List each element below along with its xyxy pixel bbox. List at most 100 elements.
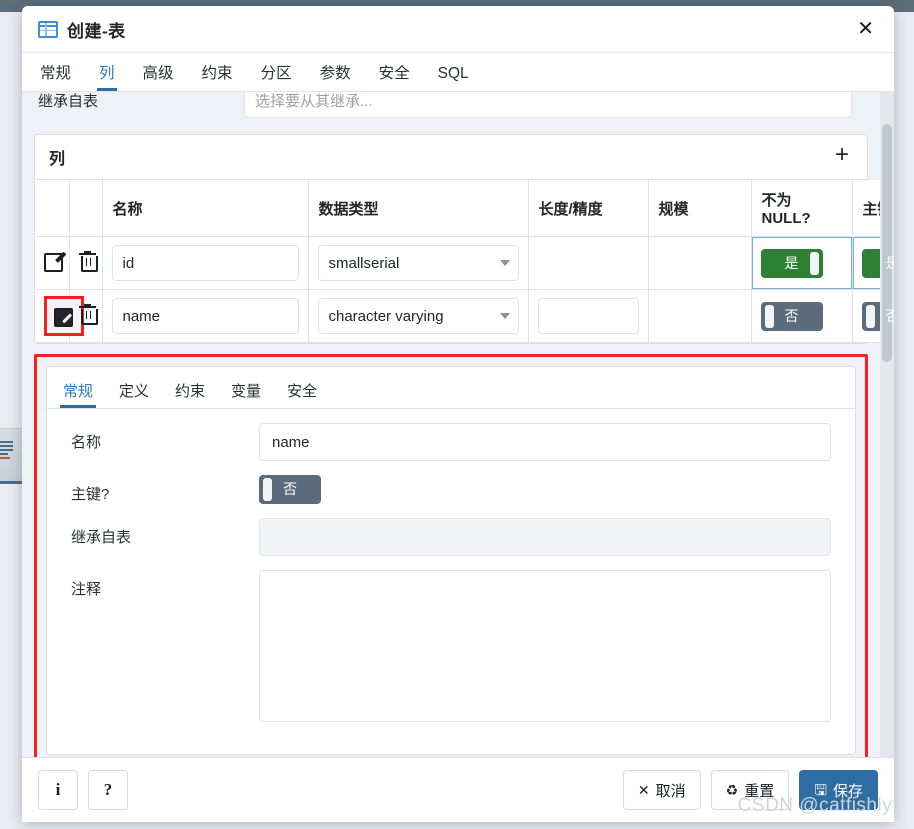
document-icon bbox=[0, 441, 15, 459]
inherit-from-table-label: 继承自表 bbox=[38, 92, 99, 110]
toggle-knob bbox=[263, 478, 272, 501]
tab-constraints[interactable]: 约束 bbox=[202, 61, 233, 91]
column-name-input[interactable]: id bbox=[111, 245, 299, 281]
inherit-from-table-input[interactable]: 选择要从其继承... bbox=[244, 92, 852, 118]
tab-advanced[interactable]: 高级 bbox=[143, 61, 174, 91]
columns-panel-title: 列 bbox=[49, 151, 66, 168]
columns-table-header-row: 名称 数据类型 长度/精度 规模 不为 NULL? 主键? bbox=[35, 180, 894, 237]
info-button[interactable]: i bbox=[38, 770, 78, 810]
column-detail-form: 名称 name 主键? 否 继承自表 注释 bbox=[47, 409, 855, 754]
vertical-scrollbar[interactable] bbox=[880, 92, 894, 757]
column-length-input[interactable] bbox=[537, 298, 639, 334]
reset-button[interactable]: ♻ 重置 bbox=[710, 770, 790, 810]
th-scale: 规模 bbox=[648, 180, 752, 237]
row-length-cell[interactable] bbox=[528, 289, 649, 343]
help-button[interactable]: ? bbox=[88, 770, 128, 810]
tab-security[interactable]: 安全 bbox=[379, 61, 410, 91]
toggle-knob bbox=[764, 304, 774, 328]
row-edit-cell-highlighted[interactable] bbox=[35, 289, 84, 343]
tab-parameters[interactable]: 参数 bbox=[320, 61, 351, 91]
table-row: id smallserial 是 是 bbox=[35, 236, 895, 290]
subtab-constraints[interactable]: 约束 bbox=[175, 380, 205, 408]
field-primary-key-label: 主键? bbox=[71, 486, 110, 503]
chevron-down-icon bbox=[499, 313, 510, 319]
row-datatype-cell[interactable]: character varying bbox=[308, 289, 529, 343]
tab-general[interactable]: 常规 bbox=[40, 61, 71, 91]
not-null-toggle-label: 否 bbox=[784, 307, 799, 324]
close-icon[interactable]: ✕ bbox=[851, 17, 880, 41]
field-name-label: 名称 bbox=[71, 434, 102, 451]
row-scale-cell bbox=[648, 236, 752, 290]
screen: 创建-表 ✕ 常规 列 高级 约束 分区 参数 安全 SQL 继承自表 选择要从… bbox=[0, 0, 914, 829]
field-name-row: 名称 name bbox=[71, 423, 831, 461]
field-primary-key-row: 主键? 否 bbox=[71, 475, 831, 504]
row-not-null-cell[interactable]: 是 bbox=[751, 236, 853, 290]
not-null-toggle-label: 是 bbox=[784, 254, 799, 271]
subtab-definition[interactable]: 定义 bbox=[119, 380, 149, 408]
reset-button-label: 重置 bbox=[744, 782, 775, 800]
field-inherit-label: 继承自表 bbox=[71, 529, 132, 546]
primary-key-toggle-label: 是 bbox=[885, 254, 895, 271]
primary-key-toggle[interactable]: 是 bbox=[861, 248, 895, 278]
subtab-security[interactable]: 安全 bbox=[287, 380, 317, 408]
primary-key-toggle[interactable]: 否 bbox=[861, 301, 895, 331]
th-edit bbox=[35, 180, 70, 237]
edit-icon[interactable] bbox=[44, 251, 67, 272]
trash-icon[interactable] bbox=[78, 303, 98, 325]
plus-icon[interactable]: + bbox=[831, 143, 853, 171]
tab-partitions[interactable]: 分区 bbox=[261, 61, 292, 91]
table-icon bbox=[38, 20, 58, 38]
table-row: name character varying 否 否 bbox=[35, 289, 895, 343]
subtab-variables[interactable]: 变量 bbox=[231, 380, 261, 408]
primary-key-toggle-label: 否 bbox=[885, 307, 895, 324]
dialog-body: 继承自表 选择要从其继承... 列 + 名称 数据类型 长度/精度 规模 不为 … bbox=[22, 92, 894, 757]
column-datatype-select[interactable]: character varying bbox=[317, 298, 519, 334]
row-scale-cell bbox=[648, 289, 752, 343]
trash-icon[interactable] bbox=[78, 250, 98, 272]
not-null-toggle[interactable]: 否 bbox=[760, 301, 823, 331]
th-not-null: 不为 NULL? bbox=[751, 180, 853, 237]
tab-columns[interactable]: 列 bbox=[97, 61, 117, 91]
field-name-input[interactable]: name bbox=[259, 423, 831, 461]
dialog-header: 创建-表 ✕ bbox=[22, 6, 894, 53]
field-comment-textarea[interactable] bbox=[259, 570, 831, 722]
th-length: 长度/精度 bbox=[528, 180, 649, 237]
field-comment-label: 注释 bbox=[71, 581, 102, 598]
toggle-knob bbox=[809, 251, 819, 275]
column-name-input[interactable]: name bbox=[111, 298, 299, 334]
save-button[interactable]: 🖫 保存 bbox=[799, 770, 878, 810]
row-name-cell[interactable]: name bbox=[102, 289, 309, 343]
column-detail-tabs: 常规 定义 约束 变量 安全 bbox=[47, 367, 855, 409]
not-null-toggle[interactable]: 是 bbox=[760, 248, 823, 278]
row-length-cell bbox=[528, 236, 649, 290]
toggle-knob bbox=[865, 304, 875, 328]
columns-panel-header: 列 + bbox=[35, 135, 867, 180]
th-name: 名称 bbox=[102, 180, 309, 237]
subtab-general[interactable]: 常规 bbox=[59, 380, 97, 408]
cancel-button[interactable]: ✕ 取消 bbox=[622, 770, 701, 810]
chevron-down-icon bbox=[499, 260, 510, 266]
background-side-tab[interactable] bbox=[0, 428, 22, 484]
field-primary-key-toggle[interactable]: 否 bbox=[259, 475, 321, 504]
dialog-title: 创建-表 bbox=[67, 21, 126, 41]
save-button-label: 保存 bbox=[832, 782, 863, 800]
th-delete bbox=[69, 180, 103, 237]
column-detail-highlight: 常规 定义 约束 变量 安全 名称 name 主键? 否 继承自表 注释 bbox=[34, 354, 868, 757]
column-datatype-select[interactable]: smallserial bbox=[317, 245, 519, 281]
field-inherit-row: 继承自表 bbox=[71, 518, 831, 556]
edit-icon[interactable] bbox=[54, 306, 74, 327]
dialog-tabs: 常规 列 高级 约束 分区 参数 安全 SQL bbox=[22, 53, 894, 92]
row-edit-cell[interactable] bbox=[35, 236, 70, 290]
row-datatype-cell[interactable]: smallserial bbox=[308, 236, 529, 290]
tab-sql[interactable]: SQL bbox=[438, 65, 469, 91]
columns-table: 名称 数据类型 长度/精度 规模 不为 NULL? 主键? bbox=[35, 180, 894, 343]
row-not-null-cell[interactable]: 否 bbox=[751, 289, 853, 343]
create-table-dialog: 创建-表 ✕ 常规 列 高级 约束 分区 参数 安全 SQL 继承自表 选择要从… bbox=[22, 6, 894, 822]
dialog-scroll-area: 继承自表 选择要从其继承... 列 + 名称 数据类型 长度/精度 规模 不为 … bbox=[22, 92, 894, 757]
column-datatype-value: character varying bbox=[328, 307, 444, 325]
row-name-cell[interactable]: id bbox=[102, 236, 309, 290]
save-icon: 🖫 bbox=[814, 781, 827, 799]
column-detail-panel: 常规 定义 约束 变量 安全 名称 name 主键? 否 继承自表 注释 bbox=[46, 366, 856, 755]
inherit-from-table-row: 继承自表 选择要从其继承... bbox=[22, 92, 880, 122]
row-delete-cell[interactable] bbox=[69, 236, 103, 290]
